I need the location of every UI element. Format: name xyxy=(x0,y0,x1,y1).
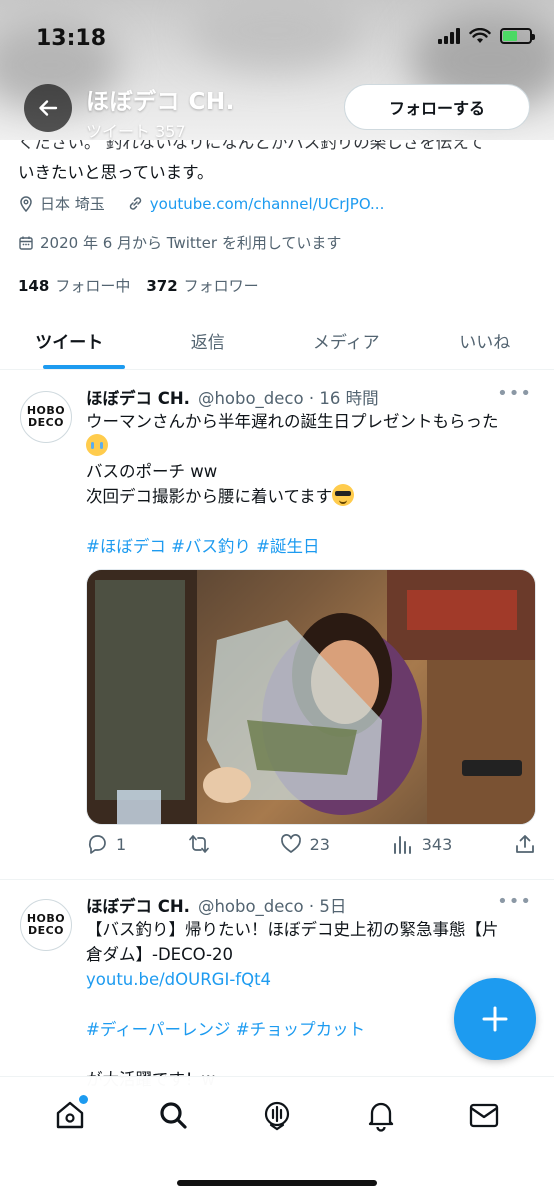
joined-text: 2020 年 6 月から Twitter を利用しています xyxy=(40,234,342,252)
bell-icon xyxy=(368,1102,393,1132)
tweet-hashtags[interactable]: #ほぼデコ #バス釣り #誕生日 xyxy=(86,534,536,559)
compose-tweet-button[interactable] xyxy=(454,978,536,1060)
crying-face-emoji xyxy=(86,434,108,456)
tweet-count: ツイート 357 xyxy=(86,122,186,141)
joined-date: 2020 年 6 月から Twitter を利用しています xyxy=(18,232,341,253)
nav-search[interactable] xyxy=(153,1095,193,1135)
following-count: 148 xyxy=(18,277,50,295)
follow-button[interactable]: フォローする xyxy=(344,84,530,130)
tweet-handle-time: @hobo_deco · 16 時間 xyxy=(197,389,379,408)
location-pin-icon xyxy=(20,195,32,212)
followers-count: 372 xyxy=(146,277,178,295)
profile-tabs: ツイート 返信 メディア いいね xyxy=(0,312,554,370)
reply-count: 1 xyxy=(116,834,127,854)
tweet-handle-time: @hobo_deco · 5日 xyxy=(197,897,347,916)
signal-icon xyxy=(438,28,460,44)
view-count: 343 xyxy=(421,834,453,854)
bio-line: いきたいと思っています。 xyxy=(18,163,214,182)
nav-spaces[interactable] xyxy=(257,1095,297,1135)
tweet-line: バスのポーチ ww xyxy=(86,462,218,481)
views-button[interactable]: 343 xyxy=(392,833,453,855)
tweet-line: 次回デコ撮影から腰に着いてます xyxy=(86,487,333,506)
reply-button[interactable]: 1 xyxy=(86,833,126,855)
tweet-text: ウーマンさんから半年遅れの誕生日プレゼントもらった バスのポーチ ww 次回デコ… xyxy=(86,409,536,559)
bar-chart-icon xyxy=(393,836,411,854)
notification-dot xyxy=(78,1095,88,1104)
tweet-header: ほぼデコ CH. @hobo_deco · 5日 xyxy=(86,893,346,917)
followers-stat[interactable]: 372 フォロワー xyxy=(146,275,258,296)
avatar-text-bottom: DECO xyxy=(27,924,65,937)
tweet-line: 倉ダム】-DECO-20 xyxy=(86,945,234,964)
status-time: 13:18 xyxy=(36,26,107,51)
link-icon xyxy=(129,197,141,210)
tweet-header: ほぼデコ CH. @hobo_deco · 16 時間 xyxy=(86,385,379,409)
location-text: 日本 埼玉 xyxy=(40,195,105,213)
avatar-text-bottom: DECO xyxy=(27,416,65,429)
share-icon xyxy=(516,835,534,853)
header-row: ほぼデコ CH. ツイート 357 フォローする xyxy=(0,82,554,141)
heart-icon xyxy=(280,834,301,853)
back-button[interactable] xyxy=(24,84,72,132)
nav-notifications[interactable] xyxy=(361,1095,401,1135)
tweet-author-name[interactable]: ほぼデコ CH. xyxy=(86,893,190,917)
followers-label: フォロワー xyxy=(183,277,259,295)
following-label: フォロー中 xyxy=(55,277,131,295)
following-stat[interactable]: 148 フォロー中 xyxy=(18,275,130,296)
header-name: ほぼデコ CH. xyxy=(86,89,235,115)
header-title: ほぼデコ CH. ツイート 357 xyxy=(86,82,235,142)
tweet-author-name[interactable]: ほぼデコ CH. xyxy=(86,385,190,409)
like-count: 23 xyxy=(309,834,330,854)
retweet-icon xyxy=(189,835,209,853)
tweet-line: ウーマンさんから半年遅れの誕生日プレゼントもらった xyxy=(86,412,499,431)
battery-icon xyxy=(500,28,535,44)
tab-replies[interactable]: 返信 xyxy=(139,312,278,369)
avatar[interactable]: HOBO DECO xyxy=(20,391,72,443)
nav-messages[interactable] xyxy=(464,1095,504,1135)
nav-home[interactable] xyxy=(50,1095,90,1135)
website-link[interactable]: youtube.com/channel/UCrJPO... xyxy=(150,195,385,213)
profile-meta: 日本 埼玉 youtube.com/channel/UCrJPO... xyxy=(18,193,384,214)
status-bar: 13:18 xyxy=(0,0,554,80)
reply-icon xyxy=(88,835,106,854)
more-icon[interactable]: ••• xyxy=(497,891,532,912)
sunglasses-emoji xyxy=(332,484,355,506)
like-button[interactable]: 23 xyxy=(280,833,330,855)
more-icon[interactable]: ••• xyxy=(497,383,532,404)
status-icons xyxy=(438,28,535,44)
spaces-icon xyxy=(264,1101,290,1131)
website[interactable]: youtube.com/channel/UCrJPO... xyxy=(127,195,385,213)
tweet-line: 【バス釣り】帰りたい！ほぼデコ史上初の緊急事態【片 xyxy=(86,920,499,939)
home-indicator[interactable] xyxy=(177,1180,377,1186)
search-icon xyxy=(160,1102,187,1129)
tab-media[interactable]: メディア xyxy=(277,312,416,369)
tab-likes[interactable]: いいね xyxy=(416,312,554,369)
plus-icon xyxy=(482,1006,508,1032)
tweet-actions: 1 23 343 xyxy=(86,833,536,855)
retweet-button[interactable] xyxy=(188,833,218,855)
mail-icon xyxy=(470,1103,499,1128)
tab-tweets[interactable]: ツイート xyxy=(0,312,139,369)
arrow-left-icon xyxy=(39,100,58,116)
tweet-photo[interactable] xyxy=(86,569,536,825)
follow-counts: 148 フォロー中 372 フォロワー xyxy=(18,275,259,296)
wifi-icon xyxy=(469,28,491,43)
location: 日本 埼玉 xyxy=(18,193,105,214)
avatar[interactable]: HOBO DECO xyxy=(20,899,72,951)
tweet[interactable]: HOBO DECO ほぼデコ CH. @hobo_deco · 16 時間 ••… xyxy=(0,371,554,880)
photo-scene xyxy=(87,570,535,824)
calendar-icon xyxy=(19,236,33,250)
share-button[interactable] xyxy=(514,833,536,855)
